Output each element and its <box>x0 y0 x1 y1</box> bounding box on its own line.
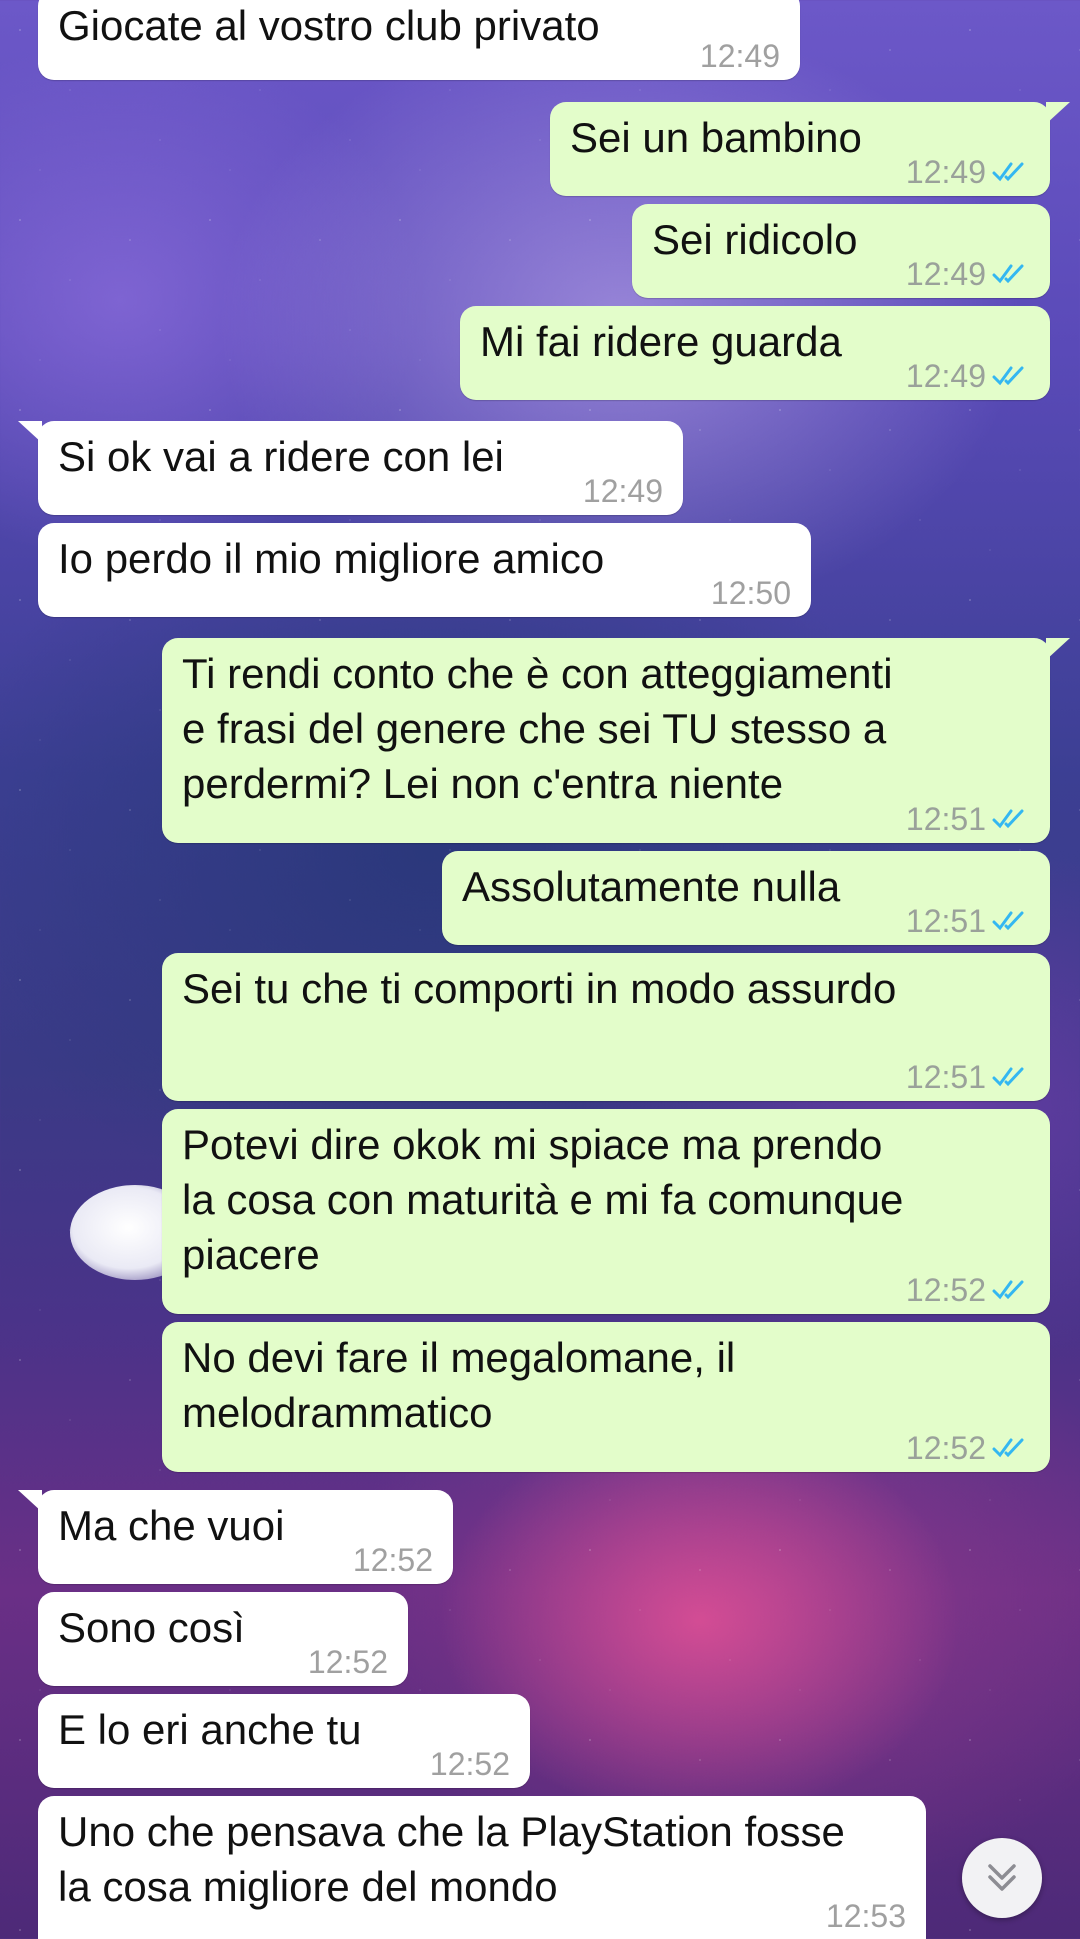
message-bubble-incoming[interactable]: Uno che pensava che la PlayStation fosse… <box>38 1796 926 1939</box>
message-text: No devi fare il megalomane, il melodramm… <box>182 1334 736 1436</box>
message-meta: 12:51 <box>906 1059 1030 1095</box>
message-meta: 12:49 <box>583 473 663 509</box>
message-meta: 12:49 <box>906 358 1030 394</box>
message-text: Uno che pensava che la PlayStation fosse… <box>58 1808 845 1910</box>
message-text: Sei tu che ti comporti in modo assurdo <box>182 965 897 1012</box>
message-time: 12:52 <box>307 1644 388 1680</box>
message-meta: 12:52 <box>353 1542 433 1578</box>
message-bubble-outgoing[interactable]: Sei un bambino 12:49 <box>550 102 1070 196</box>
message-meta: 12:50 <box>711 575 791 611</box>
message-bubble-outgoing[interactable]: Ti rendi conto che è con atteggiamenti e… <box>162 638 1070 843</box>
double-check-read-icon <box>992 366 1024 386</box>
message-bubble-incoming[interactable]: Giocate al vostro club privato 12:49 <box>38 0 800 80</box>
message-meta: 12:51 <box>906 903 1030 939</box>
message-meta: 12:53 <box>826 1898 906 1934</box>
message-bubble-outgoing[interactable]: Potevi dire okok mi spiace ma prendo la … <box>162 1109 1050 1314</box>
message-text: Potevi dire okok mi spiace ma prendo la … <box>182 1121 904 1278</box>
message-bubble-incoming[interactable]: Io perdo il mio migliore amico 12:50 <box>38 523 811 617</box>
message-meta: 12:52 <box>906 1430 1030 1466</box>
double-chevron-down-icon <box>988 1864 1016 1891</box>
message-meta: 12:52 <box>308 1644 388 1680</box>
message-bubble-outgoing[interactable]: Sei tu che ti comporti in modo assurdo 1… <box>162 953 1050 1101</box>
message-time: 12:49 <box>699 38 780 74</box>
message-time: 12:49 <box>905 154 986 190</box>
message-meta: 12:52 <box>906 1272 1030 1308</box>
double-check-read-icon <box>992 1067 1024 1087</box>
double-check-read-icon <box>992 1438 1024 1458</box>
message-meta: 12:49 <box>700 38 780 74</box>
message-text: Giocate al vostro club privato <box>58 2 600 49</box>
scroll-to-bottom-button[interactable] <box>962 1838 1042 1918</box>
message-time: 12:52 <box>905 1430 986 1466</box>
message-bubble-incoming[interactable]: Ma che vuoi 12:52 <box>18 1490 453 1584</box>
message-bubble-outgoing[interactable]: Assolutamente nulla 12:51 <box>442 851 1050 945</box>
message-time: 12:49 <box>582 473 663 509</box>
double-check-read-icon <box>992 911 1024 931</box>
message-meta: 12:51 <box>906 801 1030 837</box>
message-time: 12:53 <box>825 1898 906 1934</box>
message-meta: 12:49 <box>906 256 1030 292</box>
double-check-read-icon <box>992 1280 1024 1300</box>
message-time: 12:52 <box>429 1746 510 1782</box>
double-check-read-icon <box>992 809 1024 829</box>
message-text: Si ok vai a ridere con lei <box>58 433 504 480</box>
message-bubble-outgoing[interactable]: Sei ridicolo 12:49 <box>632 204 1050 298</box>
message-time: 12:49 <box>905 358 986 394</box>
message-text: Io perdo il mio migliore amico <box>58 535 605 582</box>
message-time: 12:49 <box>905 256 986 292</box>
message-bubble-outgoing[interactable]: Mi fai ridere guarda 12:49 <box>460 306 1050 400</box>
message-meta: 12:49 <box>906 154 1030 190</box>
message-bubble-incoming[interactable]: E lo eri anche tu 12:52 <box>38 1694 530 1788</box>
double-check-read-icon <box>992 264 1024 284</box>
double-check-read-icon <box>992 162 1024 182</box>
message-bubble-incoming[interactable]: Sono così 12:52 <box>38 1592 408 1686</box>
message-bubble-outgoing[interactable]: No devi fare il megalomane, il melodramm… <box>162 1322 1050 1472</box>
message-time: 12:51 <box>905 903 986 939</box>
message-time: 12:50 <box>710 575 791 611</box>
chat-messages[interactable]: Giocate al vostro club privato 12:49 Sei… <box>0 0 1080 1939</box>
message-bubble-incoming[interactable]: Si ok vai a ridere con lei 12:49 <box>18 421 683 515</box>
message-time: 12:51 <box>905 1059 986 1095</box>
message-text: Ti rendi conto che è con atteggiamenti e… <box>182 650 893 807</box>
message-time: 12:51 <box>905 801 986 837</box>
message-time: 12:52 <box>905 1272 986 1308</box>
message-time: 12:52 <box>352 1542 433 1578</box>
message-meta: 12:52 <box>430 1746 510 1782</box>
